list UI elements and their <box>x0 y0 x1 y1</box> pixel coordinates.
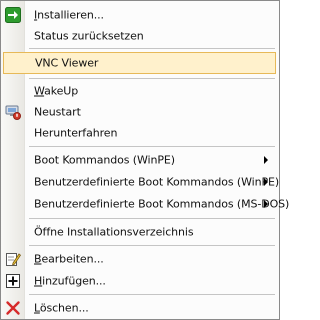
menu-item-label: Bearbeiten... <box>34 252 104 266</box>
menu-item-label: VNC Viewer <box>35 56 99 70</box>
edit-pencil-icon <box>5 251 22 267</box>
menu-item-restart[interactable]: Neustart <box>2 101 278 123</box>
menu-item-label: Öffne Installationsverzeichnis <box>34 225 194 239</box>
menu-item-label: Installieren... <box>34 8 104 22</box>
menu-item-label: Status zurücksetzen <box>34 29 144 43</box>
menu-item-shutdown[interactable]: Herunterfahren <box>2 122 278 144</box>
menu-item-wakeup[interactable]: WakeUp <box>2 80 278 102</box>
add-plus-icon <box>5 273 21 289</box>
submenu-arrow-icon <box>264 200 268 208</box>
menu-item-edit[interactable]: Bearbeiten... <box>2 248 278 270</box>
menu-item-reset-status[interactable]: Status zurücksetzen <box>2 25 278 47</box>
menu-item-install[interactable]: Installieren... <box>2 4 278 26</box>
menu-item-label: Benutzerdefinierte Boot Kommandos (WinPE… <box>34 175 280 189</box>
menu-item-label: Hinzufügen... <box>34 274 106 288</box>
menu-item-label: Boot Kommandos (WinPE) <box>34 153 175 167</box>
menu-item-custom-boot-commands-winpe[interactable]: Benutzerdefinierte Boot Kommandos (WinPE… <box>2 171 280 193</box>
menu-item-label: Neustart <box>34 105 81 119</box>
green-arrow-icon <box>5 7 21 23</box>
menu-item-boot-commands-winpe[interactable]: Boot Kommandos (WinPE) <box>2 149 278 171</box>
menu-separator <box>29 218 275 219</box>
menu-separator <box>29 146 275 147</box>
menu-separator <box>29 48 275 49</box>
menu-item-open-install-directory[interactable]: Öffne Installationsverzeichnis <box>2 221 278 243</box>
menu-separator <box>29 245 275 246</box>
menu-item-delete[interactable]: Löschen... <box>2 297 278 319</box>
delete-x-icon <box>5 300 21 316</box>
submenu-arrow-icon <box>264 178 268 186</box>
menu-item-vnc-viewer[interactable]: VNC Viewer <box>3 52 276 74</box>
computer-restart-icon <box>5 104 21 120</box>
menu-item-custom-boot-commands-msdos[interactable]: Benutzerdefinierte Boot Kommandos (MS-DO… <box>2 193 289 215</box>
menu-item-label: Herunterfahren <box>34 126 118 140</box>
menu-separator <box>29 294 275 295</box>
menu-item-add[interactable]: Hinzufügen... <box>2 270 278 292</box>
menu-separator <box>29 78 275 79</box>
menu-item-label: WakeUp <box>34 84 79 98</box>
menu-item-label: Löschen... <box>34 301 89 315</box>
submenu-arrow-icon <box>264 156 268 164</box>
context-menu: Installieren... Status zurücksetzen VNC … <box>0 0 289 320</box>
menu-item-label: Benutzerdefinierte Boot Kommandos (MS-DO… <box>34 197 290 211</box>
